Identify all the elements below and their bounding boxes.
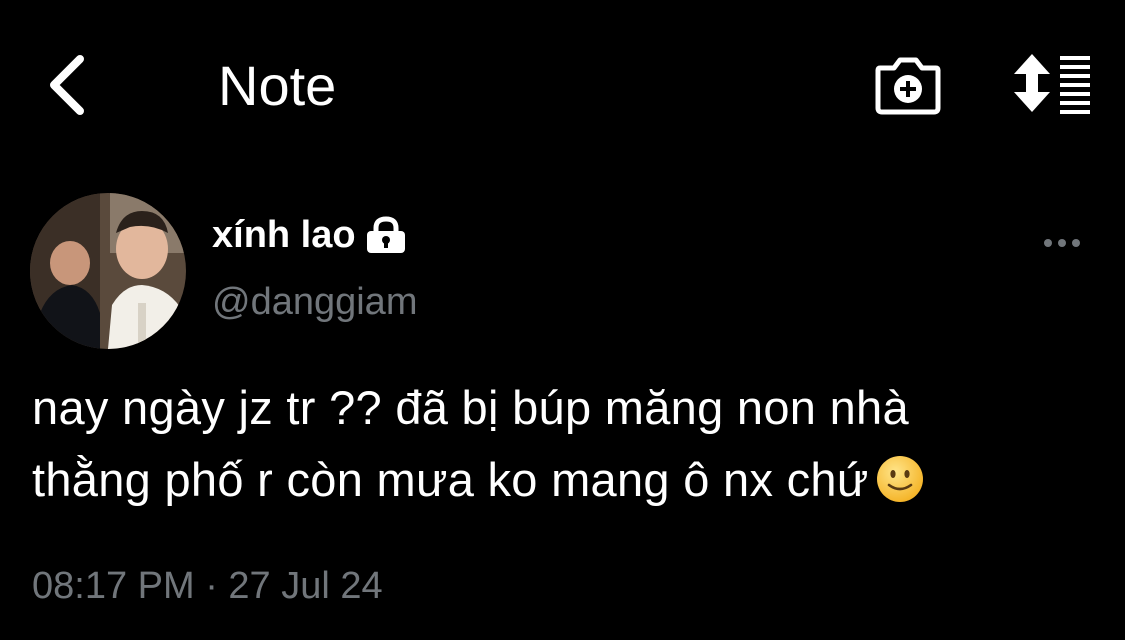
page-title: Note xyxy=(218,54,337,117)
profile-photo xyxy=(30,193,186,349)
back-button[interactable] xyxy=(36,50,96,120)
display-name[interactable]: xính lao xyxy=(212,212,356,258)
sort-list-icon xyxy=(1014,54,1090,114)
chevron-left-icon xyxy=(50,55,84,115)
camera-plus-icon xyxy=(875,57,941,115)
avatar[interactable] xyxy=(30,193,186,349)
camera-button[interactable] xyxy=(872,52,944,118)
slightly-smiling-face-icon xyxy=(876,456,923,502)
tweet-text: nay ngày jz tr ?? đã bị búp măng non nhà… xyxy=(32,372,1112,516)
lock-icon xyxy=(366,216,405,253)
top-bar: Note xyxy=(0,0,1125,170)
tweet-timestamp[interactable]: 08:17 PM · 27 Jul 24 xyxy=(32,563,383,609)
sort-button[interactable] xyxy=(1010,50,1094,116)
user-name-row[interactable]: xính lao xyxy=(212,212,408,258)
user-handle[interactable]: @danggiam xyxy=(212,279,417,325)
tweet-text-line-2-text: thằng phố r còn mưa ko mang ô nx chứ xyxy=(32,453,869,506)
tweet-text-line-2: thằng phố r còn mưa ko mang ô nx chứ xyxy=(32,444,1112,516)
more-horizontal-icon xyxy=(1044,239,1080,247)
more-options-button[interactable] xyxy=(1040,225,1088,261)
tweet-text-line-1: nay ngày jz tr ?? đã bị búp măng non nhà xyxy=(32,381,909,434)
